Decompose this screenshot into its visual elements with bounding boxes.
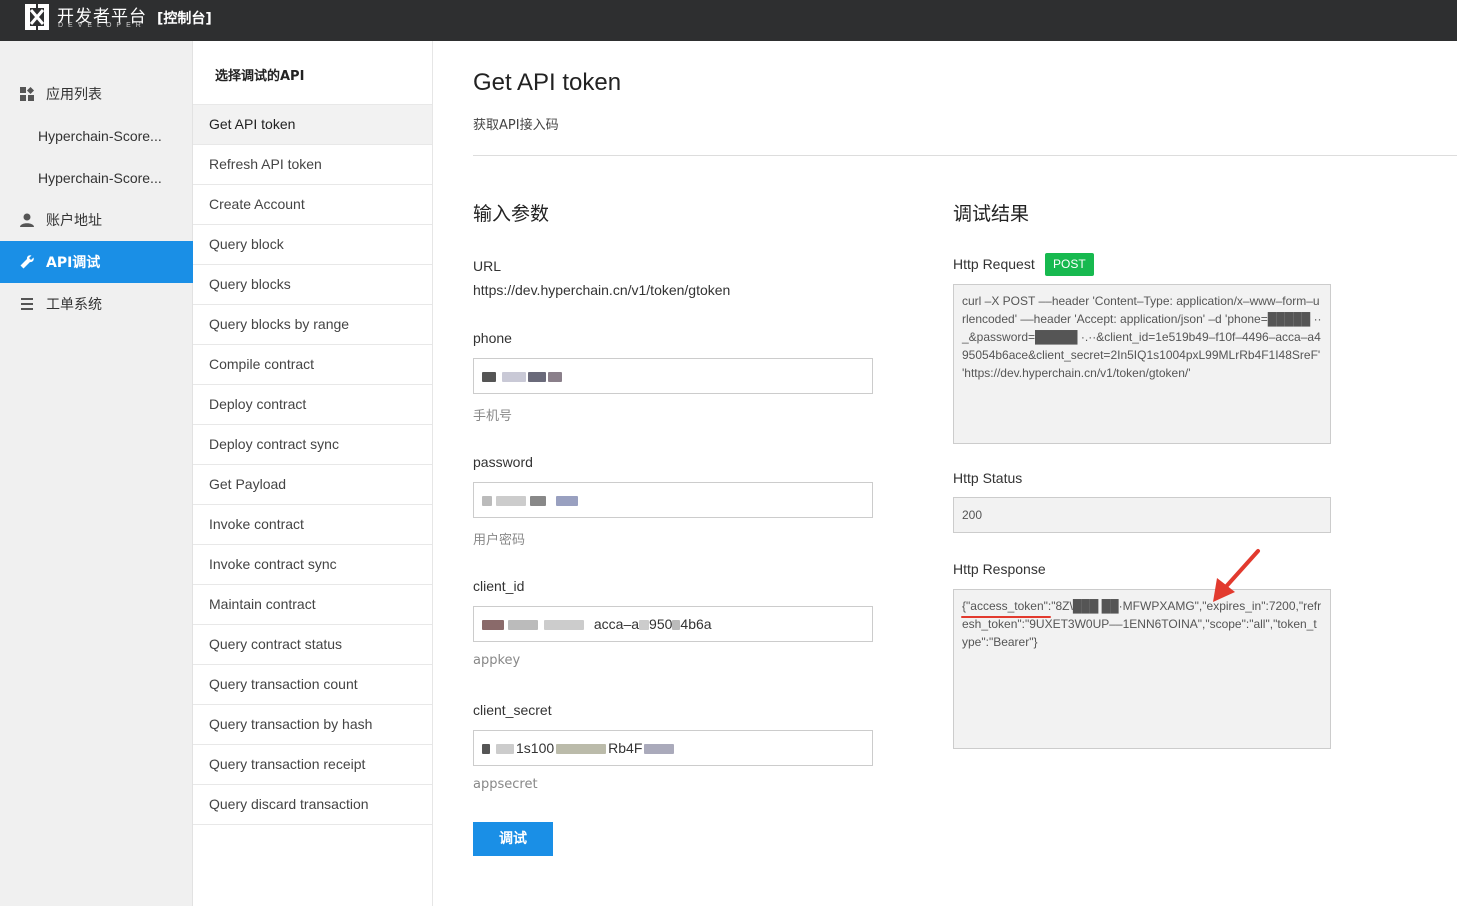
api-item-query-transaction-receipt[interactable]: Query transaction receipt bbox=[193, 744, 432, 784]
client-secret-visible-part-2: Rb4F bbox=[608, 740, 643, 756]
api-item-maintain-contract[interactable]: Maintain contract bbox=[193, 584, 432, 624]
wrench-icon bbox=[20, 255, 34, 269]
sidebar-item-label: Hyperchain-Score... bbox=[38, 128, 162, 144]
http-response-label: Http Response bbox=[953, 561, 1046, 577]
user-icon bbox=[20, 213, 34, 227]
api-item-invoke-contract-sync[interactable]: Invoke contract sync bbox=[193, 544, 432, 584]
http-method-badge: POST bbox=[1045, 253, 1094, 276]
api-item-query-contract-status[interactable]: Query contract status bbox=[193, 624, 432, 664]
page-subtitle: 获取API接入码 bbox=[473, 118, 559, 133]
api-item-query-discard-transaction[interactable]: Query discard transaction bbox=[193, 784, 432, 824]
sidebar-item-app-2[interactable]: Hyperchain-Score... bbox=[0, 157, 193, 199]
url-value: https://dev.hyperchain.cn/v1/token/gtoke… bbox=[473, 282, 731, 298]
client-id-visible-part: acca–a bbox=[593, 616, 640, 632]
sidebar-item-account-address[interactable]: 账户地址 bbox=[0, 199, 193, 241]
sidebar-item-app-list[interactable]: 应用列表 bbox=[0, 73, 193, 115]
http-status-box[interactable]: 200 bbox=[953, 497, 1331, 533]
divider bbox=[473, 155, 1457, 156]
api-item-get-payload[interactable]: Get Payload bbox=[193, 464, 432, 504]
list-divider bbox=[193, 824, 432, 825]
sidebar-item-label: 工单系统 bbox=[46, 297, 102, 313]
sidebar-item-ticket-system[interactable]: 工单系统 bbox=[0, 283, 193, 325]
list-icon bbox=[21, 298, 33, 310]
client-id-visible-part-2: 950 bbox=[649, 616, 673, 632]
brand-subtitle: DEVELOPER bbox=[58, 22, 146, 29]
api-item-invoke-contract[interactable]: Invoke contract bbox=[193, 504, 432, 544]
http-request-label: Http Request bbox=[953, 256, 1035, 272]
result-section-heading: 调试结果 bbox=[953, 203, 1030, 225]
main-content: Get API token 获取API接入码 输入参数 URL https://… bbox=[433, 41, 1457, 906]
client-secret-hint: appsecret bbox=[473, 777, 538, 792]
client-secret-label: client_secret bbox=[473, 702, 552, 718]
api-item-query-block[interactable]: Query block bbox=[193, 224, 432, 264]
api-item-query-transaction-by-hash[interactable]: Query transaction by hash bbox=[193, 704, 432, 744]
api-item-deploy-contract-sync[interactable]: Deploy contract sync bbox=[193, 424, 432, 464]
logo-icon bbox=[25, 4, 49, 30]
client-secret-input[interactable]: 1s100 Rb4F bbox=[473, 730, 873, 766]
sidebar-item-label: 账户地址 bbox=[46, 213, 102, 229]
page-title: Get API token bbox=[473, 69, 622, 96]
annotation-underline bbox=[961, 616, 1051, 618]
phone-input[interactable] bbox=[473, 358, 873, 394]
debug-button[interactable]: 调试 bbox=[473, 822, 553, 856]
grid-icon bbox=[20, 86, 35, 101]
api-item-query-blocks[interactable]: Query blocks bbox=[193, 264, 432, 304]
client-id-input[interactable]: acca–a 950 4b6a bbox=[473, 606, 873, 642]
http-response-box[interactable]: {"access_token":"8Z\███ ██·MFWPXAMG","ex… bbox=[953, 589, 1331, 749]
sidebar-item-api-debug[interactable]: API调试 bbox=[0, 241, 193, 283]
sidebar-item-app-1[interactable]: Hyperchain-Score... bbox=[0, 115, 193, 157]
console-link[interactable]: [控制台] bbox=[157, 8, 212, 28]
annotation-arrow-icon bbox=[1213, 549, 1260, 602]
phone-hint: 手机号 bbox=[473, 409, 513, 424]
sidebar-item-label: API调试 bbox=[46, 255, 101, 271]
input-section-heading: 输入参数 bbox=[473, 203, 550, 225]
password-input[interactable] bbox=[473, 482, 873, 518]
http-request-box[interactable]: curl –X POST ––header 'Content–Type: app… bbox=[953, 284, 1331, 444]
password-label: password bbox=[473, 454, 533, 470]
api-list-title: 选择调试的API bbox=[215, 69, 305, 84]
sidebar-item-label: Hyperchain-Score... bbox=[38, 170, 162, 186]
http-status-label: Http Status bbox=[953, 470, 1023, 486]
top-bar: 开发者平台 DEVELOPER [控制台] bbox=[0, 0, 1457, 41]
client-id-hint: appkey bbox=[473, 653, 521, 668]
password-hint: 用户密码 bbox=[473, 533, 526, 548]
api-item-get-api-token[interactable]: Get API token bbox=[193, 104, 432, 144]
api-list-panel: 选择调试的API Get API token Refresh API token… bbox=[193, 41, 433, 906]
client-secret-visible-part: 1s100 bbox=[516, 740, 555, 756]
phone-label: phone bbox=[473, 330, 512, 346]
api-item-deploy-contract[interactable]: Deploy contract bbox=[193, 384, 432, 424]
left-sidebar: 应用列表 Hyperchain-Score... Hyperchain-Scor… bbox=[0, 41, 193, 906]
api-item-query-blocks-by-range[interactable]: Query blocks by range bbox=[193, 304, 432, 344]
client-id-label: client_id bbox=[473, 578, 525, 594]
api-item-refresh-api-token[interactable]: Refresh API token bbox=[193, 144, 432, 184]
api-item-query-transaction-count[interactable]: Query transaction count bbox=[193, 664, 432, 704]
api-item-compile-contract[interactable]: Compile contract bbox=[193, 344, 432, 384]
api-item-create-account[interactable]: Create Account bbox=[193, 184, 432, 224]
client-id-visible-part-3: 4b6a bbox=[680, 616, 712, 632]
sidebar-item-label: 应用列表 bbox=[46, 87, 102, 103]
url-label: URL bbox=[473, 258, 502, 274]
